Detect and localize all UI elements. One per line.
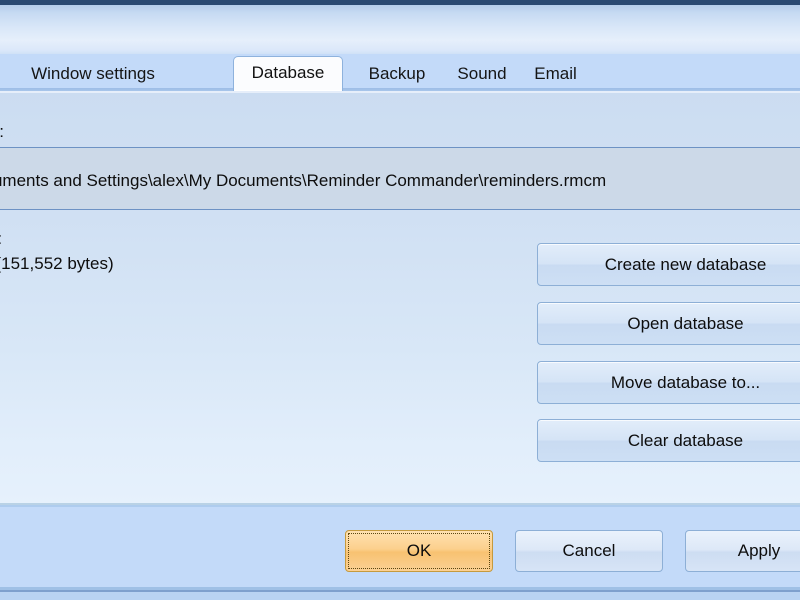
tab-panel-top-edge — [0, 91, 800, 93]
dialog-command-bar: OK Cancel Apply — [0, 505, 800, 590]
ok-button[interactable]: OK — [345, 530, 493, 572]
tab-database[interactable]: Database — [233, 56, 343, 91]
tab-window-settings[interactable]: Window settings — [13, 60, 173, 91]
ok-button-label: OK — [406, 541, 432, 560]
title-bar: Options — [0, 0, 800, 54]
command-bar-top-line — [0, 505, 800, 507]
options-dialog: Options General Window settings Database… — [0, 0, 800, 592]
create-new-database-button[interactable]: Create new database — [537, 243, 800, 286]
location-input[interactable] — [0, 147, 800, 210]
tab-backup[interactable]: Backup — [347, 60, 447, 91]
database-tab-panel: Location: File size: 148 KB (151,552 byt… — [0, 91, 800, 505]
command-bar-bottom-line — [0, 587, 800, 590]
location-label: Location: — [0, 122, 4, 142]
open-database-button[interactable]: Open database — [537, 302, 800, 345]
apply-button[interactable]: Apply — [685, 530, 800, 572]
tab-strip: General Window settings Database Backup … — [0, 54, 800, 91]
clear-database-button[interactable]: Clear database — [537, 419, 800, 462]
move-database-to-button[interactable]: Move database to... — [537, 361, 800, 404]
file-size-label: File size: — [0, 229, 2, 249]
cancel-button[interactable]: Cancel — [515, 530, 663, 572]
file-size-value: 148 KB (151,552 bytes) — [0, 254, 114, 273]
tab-email[interactable]: Email — [513, 60, 598, 91]
